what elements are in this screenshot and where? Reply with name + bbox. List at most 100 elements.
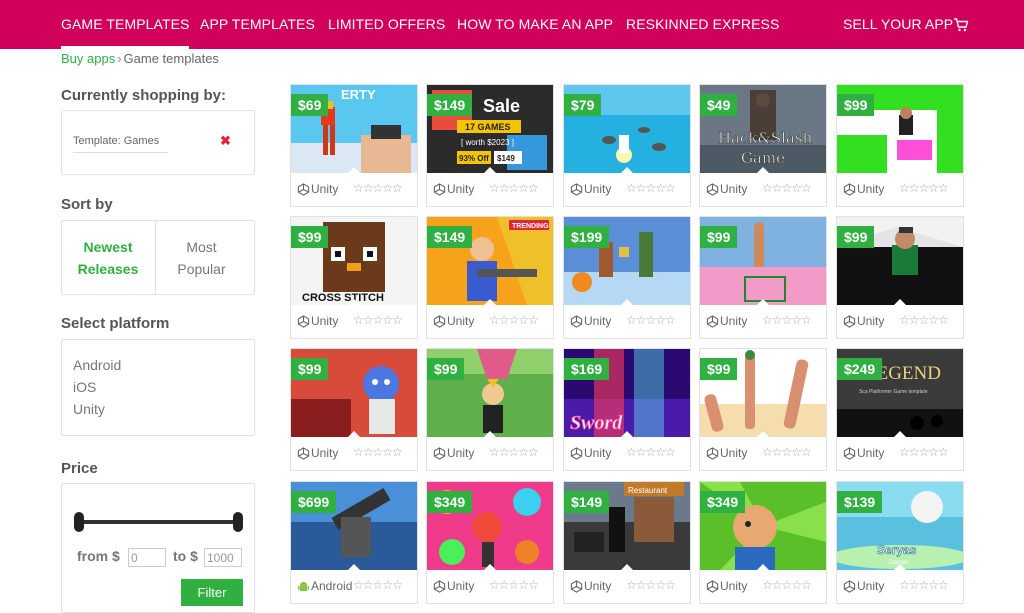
product-thumbnail[interactable]: $349 [427, 482, 553, 570]
cart-icon[interactable] [953, 17, 969, 33]
product-thumbnail[interactable]: $699 [291, 482, 417, 570]
sort-most-popular[interactable]: Most Popular [155, 221, 247, 294]
product-thumbnail[interactable]: Seryas Games $139 [837, 482, 963, 570]
product-thumbnail[interactable]: $99 [837, 217, 963, 305]
card-footer: Unity ☆☆☆☆☆ [291, 179, 417, 201]
nav-reskinned-express[interactable]: RESKINNED EXPRESS [626, 0, 779, 49]
platform-option-unity[interactable]: Unity [73, 401, 105, 417]
product-thumbnail[interactable]: $349 [700, 482, 826, 570]
product-thumbnail[interactable]: TRENDING $149 [427, 217, 553, 305]
nav-how-to-make-an-app[interactable]: HOW TO MAKE AN APP [457, 0, 613, 49]
product-thumbnail[interactable]: Sword $169 [564, 349, 690, 437]
product-thumbnail[interactable]: $99 [700, 349, 826, 437]
card-footer: Unity ☆☆☆☆☆ [564, 443, 690, 465]
thumbnail-notch [347, 564, 361, 570]
platform-option-ios[interactable]: iOS [73, 379, 96, 395]
rating-stars: ☆☆☆☆☆ [353, 445, 403, 459]
product-thumbnail[interactable]: $99 [700, 217, 826, 305]
svg-text:[ worth $2023 ]: [ worth $2023 ] [461, 138, 514, 147]
product-card[interactable]: $699 Android ☆☆☆☆☆ [290, 481, 418, 604]
platform-name: Unity [447, 314, 475, 328]
product-thumbnail[interactable]: LEGEND Sca Platformer Game template $249 [837, 349, 963, 437]
price-badge: $79 [564, 94, 602, 116]
nav-app-templates[interactable]: APP TEMPLATES [200, 0, 315, 49]
platform-name: Unity [447, 182, 475, 196]
price-badge: $99 [837, 94, 875, 116]
product-card[interactable]: Hack&Slash Game $49 Unity ☆☆☆☆☆ [699, 84, 827, 207]
product-card[interactable]: $349 Unity ☆☆☆☆☆ [426, 481, 554, 604]
product-card[interactable]: $99 Unity ☆☆☆☆☆ [699, 216, 827, 339]
rating-stars: ☆☆☆☆☆ [762, 313, 812, 327]
platform-name: Android [311, 579, 353, 593]
product-thumbnail[interactable]: $99 [837, 85, 963, 173]
platform-name: Unity [857, 579, 885, 593]
sort-newest-releases[interactable]: Newest Releases [62, 221, 154, 294]
product-card[interactable]: CROSS STITCH $99 Unity ☆☆☆☆☆ [290, 216, 418, 339]
platform-name: Unity [857, 314, 885, 328]
active-filter-label: Template: Games [73, 135, 168, 153]
price-slider-min-handle[interactable] [74, 512, 84, 532]
breadcrumb-buy-apps[interactable]: Buy apps [61, 51, 115, 66]
price-filter-box: from $ to $ Filter [61, 483, 255, 613]
product-thumbnail[interactable]: $79 [564, 85, 690, 173]
product-card[interactable]: $99 Unity ☆☆☆☆☆ [836, 216, 964, 339]
platform-name: Unity [311, 314, 339, 328]
unity-icon [433, 315, 446, 328]
product-thumbnail[interactable]: $99 [291, 349, 417, 437]
price-slider-track[interactable] [78, 520, 238, 524]
platform-name: Unity [584, 446, 612, 460]
product-card[interactable]: Restaurant $149 Unity ☆☆☆☆☆ [563, 481, 691, 604]
product-card[interactable]: $99 Unity ☆☆☆☆☆ [290, 348, 418, 471]
product-thumbnail[interactable]: $199 [564, 217, 690, 305]
product-card[interactable]: $349 Unity ☆☆☆☆☆ [699, 481, 827, 604]
thumbnail-notch [347, 431, 361, 437]
android-icon [297, 580, 310, 593]
price-badge: $149 [427, 94, 473, 116]
thumbnail-notch [483, 564, 497, 570]
thumbnail-notch [756, 431, 770, 437]
platform-option-android[interactable]: Android [73, 357, 121, 373]
card-footer: Unity ☆☆☆☆☆ [427, 443, 553, 465]
product-thumbnail[interactable]: $99 [427, 349, 553, 437]
nav-limited-offers[interactable]: LIMITED OFFERS [328, 0, 445, 49]
product-card[interactable]: $99 Unity ☆☆☆☆☆ [699, 348, 827, 471]
product-thumbnail[interactable]: Restaurant $149 [564, 482, 690, 570]
product-card[interactable]: $99 Unity ☆☆☆☆☆ [836, 84, 964, 207]
product-thumbnail[interactable]: ERTY $69 [291, 85, 417, 173]
product-card[interactable]: $99 Unity ☆☆☆☆☆ [426, 348, 554, 471]
sort-options-box: Newest Releases Most Popular [61, 220, 255, 295]
product-thumbnail[interactable]: Hack&Slash Game $49 [700, 85, 826, 173]
price-badge: $99 [291, 358, 329, 380]
product-card[interactable]: Sword $169 Unity ☆☆☆☆☆ [563, 348, 691, 471]
platform-name: Unity [857, 446, 885, 460]
product-card[interactable]: $199 Unity ☆☆☆☆☆ [563, 216, 691, 339]
price-badge: $349 [427, 491, 473, 513]
price-badge: $249 [837, 358, 883, 380]
price-from-label: from $ [77, 548, 120, 564]
nav-sell-your-app[interactable]: SELL YOUR APP [843, 0, 953, 49]
price-badge: $699 [291, 491, 337, 513]
unity-icon [570, 183, 583, 196]
nav-game-templates[interactable]: GAME TEMPLATES [61, 0, 190, 49]
product-card[interactable]: TRENDING $149 Unity ☆☆☆☆☆ [426, 216, 554, 339]
product-card[interactable]: ERTY $69 Unity ☆☆☆☆☆ [290, 84, 418, 207]
svg-text:TRENDING: TRENDING [512, 223, 549, 230]
remove-filter-icon[interactable]: ✖ [220, 133, 231, 149]
product-thumbnail[interactable]: Sale 17 GAMES [ worth $2023 ] 93% Off $149 $1… [427, 85, 553, 173]
rating-stars: ☆☆☆☆☆ [489, 445, 539, 459]
price-slider-max-handle[interactable] [233, 512, 243, 532]
price-to-input[interactable] [204, 548, 242, 567]
price-from-input[interactable] [128, 548, 166, 567]
product-thumbnail[interactable]: CROSS STITCH $99 [291, 217, 417, 305]
product-card[interactable]: $79 Unity ☆☆☆☆☆ [563, 84, 691, 207]
thumbnail-notch [893, 167, 907, 173]
platform-name: Unity [720, 579, 748, 593]
product-card[interactable]: Seryas Games $139 Unity ☆☆☆☆☆ [836, 481, 964, 604]
product-card[interactable]: LEGEND Sca Platformer Game template $249 Un… [836, 348, 964, 471]
rating-stars: ☆☆☆☆☆ [626, 313, 676, 327]
filter-button[interactable]: Filter [181, 579, 243, 606]
price-badge: $99 [291, 226, 329, 248]
top-navigation: GAME TEMPLATES APP TEMPLATES LIMITED OFF… [0, 0, 1024, 49]
unity-icon [706, 447, 719, 460]
product-card[interactable]: Sale 17 GAMES [ worth $2023 ] 93% Off $149 $1… [426, 84, 554, 207]
